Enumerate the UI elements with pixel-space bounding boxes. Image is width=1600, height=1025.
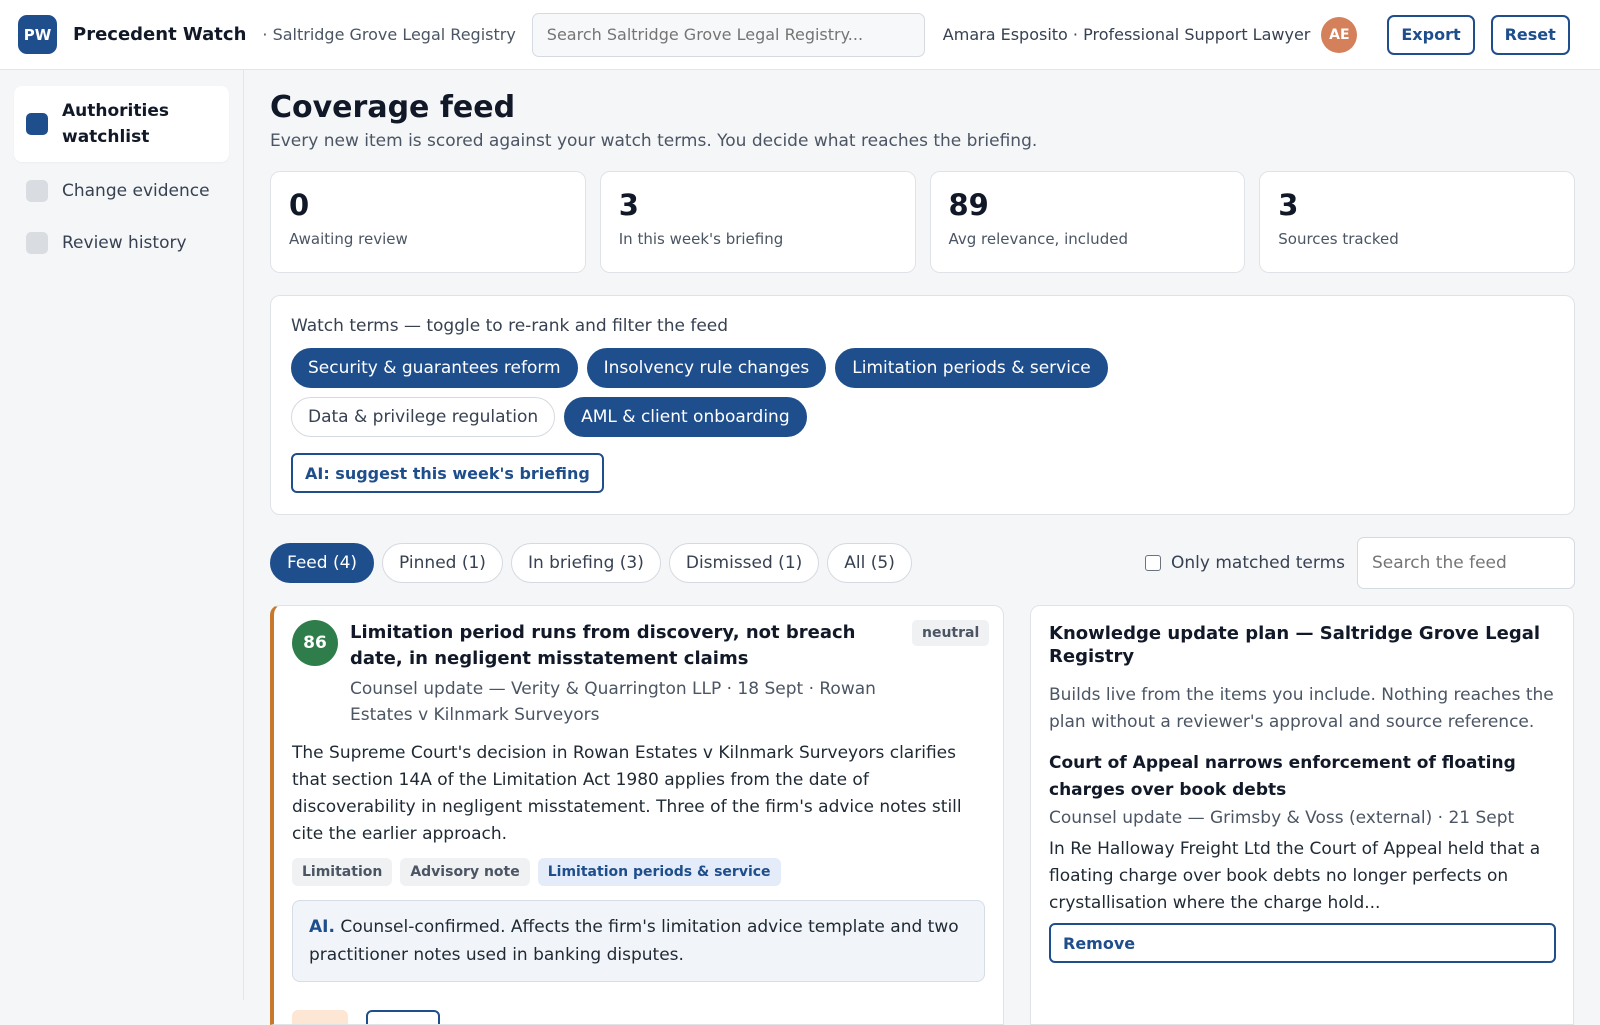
tag-matched-term: Limitation periods & service [537, 858, 781, 886]
sidebar-item-label: Change evidence [62, 181, 210, 201]
main-content: Coverage feed Every new item is scored a… [270, 70, 1575, 1025]
stat-value: 0 [289, 188, 310, 222]
stat-value: 3 [618, 188, 639, 222]
watch-term-chips: Security & guarantees reform Insolvency … [291, 348, 1371, 437]
watch-terms-title: Watch terms — toggle to re-rank and filt… [291, 316, 729, 336]
only-matched-checkbox[interactable] [1145, 555, 1161, 571]
tag-limitation: Limitation [292, 858, 393, 886]
app-name: Precedent Watch [73, 24, 247, 45]
sidebar: Authorities watchlist Change evidence Re… [0, 70, 244, 1000]
ai-summary-box: AI. Counsel-confirmed. Affects the firm'… [292, 900, 985, 982]
sidebar-item-label: Review history [62, 233, 187, 253]
plan-description: Builds live from the items you include. … [1049, 685, 1554, 732]
feed-card-meta: Counsel update — Verity & Quarrington LL… [350, 679, 876, 725]
term-chip-aml-onboarding[interactable]: AML & client onboarding [564, 397, 807, 437]
term-chip-limitation-periods[interactable]: Limitation periods & service [835, 348, 1108, 388]
stats-row: 0 Awaiting review 3 In this week's brief… [270, 171, 1575, 273]
tab-all[interactable]: All (5) [827, 543, 912, 583]
tab-feed[interactable]: Feed (4) [270, 543, 375, 583]
stat-label: Avg relevance, included [948, 230, 1128, 248]
sidebar-item-label: Authorities watchlist [62, 101, 169, 147]
user-label: Amara Esposito · Professional Support La… [942, 25, 1311, 44]
global-search-input[interactable] [531, 12, 925, 57]
feed-card-header: 86 Limitation period runs from discovery… [292, 620, 990, 728]
stat-value: 89 [948, 188, 989, 222]
page-description: Every new item is scored against your wa… [270, 131, 1038, 151]
term-chip-data-privilege[interactable]: Data & privilege regulation [291, 397, 556, 437]
ai-summary-text: Counsel-confirmed. Affects the firm's li… [309, 917, 959, 965]
plan-item-body: In Re Halloway Freight Ltd the Court of … [1049, 839, 1541, 913]
content-columns: 86 Limitation period runs from discovery… [270, 605, 1575, 1025]
sentiment-badge: neutral [912, 620, 990, 646]
export-button[interactable]: Export [1387, 14, 1475, 55]
stat-card-in-briefing: 3 In this week's briefing [599, 171, 916, 273]
plan-item-title: Court of Appeal narrows enforcement of f… [1049, 753, 1516, 800]
stat-card-awaiting-review: 0 Awaiting review [270, 171, 586, 273]
plan-item-meta: Counsel update — Grimsby & Voss (externa… [1049, 808, 1515, 828]
feed-card-tags: Limitation Advisory note Limitation peri… [292, 858, 985, 886]
stat-card-sources-tracked: 3 Sources tracked [1259, 171, 1575, 273]
feed-card-heading: Limitation period runs from discovery, n… [350, 620, 900, 728]
only-matched-label: Only matched terms [1171, 553, 1345, 573]
nav-square-icon [26, 180, 48, 202]
only-matched-toggle[interactable]: Only matched terms [1145, 553, 1345, 573]
app-logo: PW [18, 15, 57, 54]
term-chip-security-guarantees[interactable]: Security & guarantees reform [291, 348, 578, 388]
feed-search-input[interactable] [1357, 537, 1575, 589]
knowledge-update-plan-panel: Knowledge update plan — Saltridge Grove … [1030, 605, 1574, 1025]
stat-card-avg-relevance: 89 Avg relevance, included [929, 171, 1246, 273]
nav-square-icon [26, 232, 48, 254]
feed-card[interactable]: 86 Limitation period runs from discovery… [270, 605, 1004, 1025]
card-action-button[interactable] [366, 1010, 440, 1024]
relevance-score-badge: 86 [292, 620, 338, 666]
tab-pinned[interactable]: Pinned (1) [382, 543, 503, 583]
tab-dismissed[interactable]: Dismissed (1) [668, 543, 820, 583]
feed-card-title[interactable]: Limitation period runs from discovery, n… [350, 620, 890, 672]
sidebar-item-change-evidence[interactable]: Change evidence [14, 168, 229, 214]
feed-card-body: The Supreme Court's decision in Rowan Es… [292, 743, 962, 844]
feed-card-actions [292, 1010, 440, 1024]
ai-suggest-briefing-button[interactable]: AI: suggest this week's briefing [291, 453, 604, 493]
stat-label: In this week's briefing [618, 230, 784, 248]
term-chip-insolvency-rules[interactable]: Insolvency rule changes [586, 348, 827, 388]
tab-in-briefing[interactable]: In briefing (3) [510, 543, 661, 583]
page-title: Coverage feed [270, 90, 516, 125]
sidebar-item-authorities-watchlist[interactable]: Authorities watchlist [14, 86, 229, 162]
tag-advisory-note: Advisory note [400, 858, 530, 886]
stat-value: 3 [1278, 188, 1299, 222]
nav-square-icon [26, 113, 48, 135]
remove-button[interactable]: Remove [1049, 923, 1556, 963]
sidebar-item-review-history[interactable]: Review history [14, 220, 229, 266]
ai-label: AI. [309, 917, 335, 937]
feed-tabs-row: Feed (4) Pinned (1) In briefing (3) Dism… [270, 537, 1575, 589]
watch-terms-panel: Watch terms — toggle to re-rank and filt… [270, 295, 1575, 515]
status-badge [292, 1010, 348, 1024]
workspace-name: · Saltridge Grove Legal Registry [262, 25, 516, 44]
top-bar: PW Precedent Watch · Saltridge Grove Leg… [0, 0, 1600, 70]
stat-label: Sources tracked [1278, 230, 1399, 248]
avatar[interactable]: AE [1321, 16, 1358, 53]
plan-title: Knowledge update plan — Saltridge Grove … [1049, 623, 1541, 667]
reset-button[interactable]: Reset [1490, 14, 1570, 55]
stat-label: Awaiting review [289, 230, 408, 248]
